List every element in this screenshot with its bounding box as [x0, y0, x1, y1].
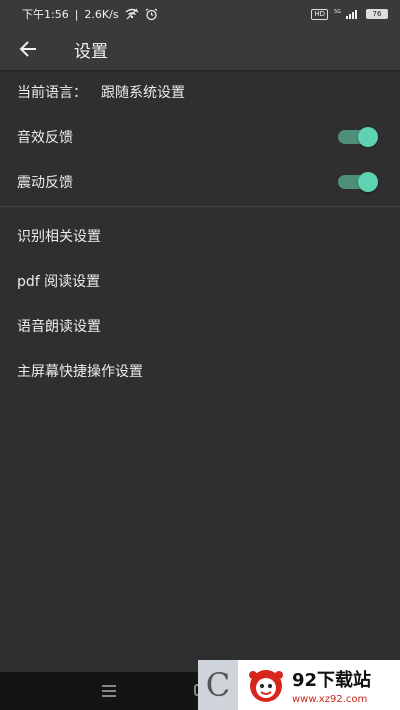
status-separator: |: [74, 7, 79, 21]
sound-feedback-toggle[interactable]: [338, 126, 378, 147]
status-right: HD 5G 76: [311, 8, 388, 20]
language-setting[interactable]: 当前语言： 跟随系统设置: [0, 70, 400, 114]
home-shortcut-settings-item[interactable]: 主屏幕快捷操作设置: [0, 348, 400, 393]
status-bar: 下午1:56 | 2.6K/s HD 5G 76: [0, 0, 400, 28]
watermark: C 92下载站 www.xz92.com: [198, 660, 400, 710]
alarm-icon: [145, 8, 158, 21]
vibration-feedback-setting[interactable]: 震动反馈: [0, 159, 400, 204]
back-arrow-icon: [19, 41, 36, 57]
vibration-feedback-label: 震动反馈: [17, 174, 73, 191]
toggle-knob: [358, 126, 378, 147]
list-item-label: pdf 阅读设置: [17, 273, 101, 290]
watermark-title: 92下载站: [292, 669, 372, 691]
status-time: 下午1:56: [22, 8, 69, 21]
watermark-url: www.xz92.com: [292, 693, 368, 705]
hd-icon: HD: [311, 8, 328, 20]
divider: [0, 206, 400, 207]
menu-icon[interactable]: [102, 685, 116, 697]
signal-icon: 5G: [334, 8, 360, 20]
app-bar: 设置: [0, 28, 400, 70]
language-value: 跟随系统设置: [101, 85, 185, 101]
vibration-feedback-toggle[interactable]: [338, 171, 378, 192]
settings-list: 当前语言： 跟随系统设置 音效反馈 震动反馈 识别相关设置 pdf 阅读设置 语音…: [0, 70, 400, 393]
pdf-reading-settings-item[interactable]: pdf 阅读设置: [0, 258, 400, 303]
voice-reading-settings-item[interactable]: 语音朗读设置: [0, 303, 400, 348]
list-item-label: 语音朗读设置: [17, 318, 101, 335]
status-left: 下午1:56 | 2.6K/s: [22, 6, 158, 22]
svg-text:5G: 5G: [334, 9, 341, 15]
sound-feedback-setting[interactable]: 音效反馈: [0, 114, 400, 159]
watermark-text: 92下载站 www.xz92.com: [292, 666, 371, 705]
sound-feedback-label: 音效反馈: [17, 129, 73, 146]
back-button[interactable]: [0, 28, 56, 70]
list-item-label: 识别相关设置: [17, 228, 101, 245]
page-title: 设置: [74, 41, 108, 62]
toggle-knob: [358, 171, 378, 192]
battery-icon: 76: [366, 9, 388, 19]
status-speed: 2.6K/s: [84, 7, 119, 21]
language-label: 当前语言：: [17, 85, 87, 101]
wifi-off-icon: [125, 8, 139, 20]
watermark-logo-icon: [246, 665, 286, 705]
recognition-settings-item[interactable]: 识别相关设置: [0, 213, 400, 258]
list-item-label: 主屏幕快捷操作设置: [17, 363, 143, 380]
watermark-c-icon: C: [198, 660, 238, 710]
